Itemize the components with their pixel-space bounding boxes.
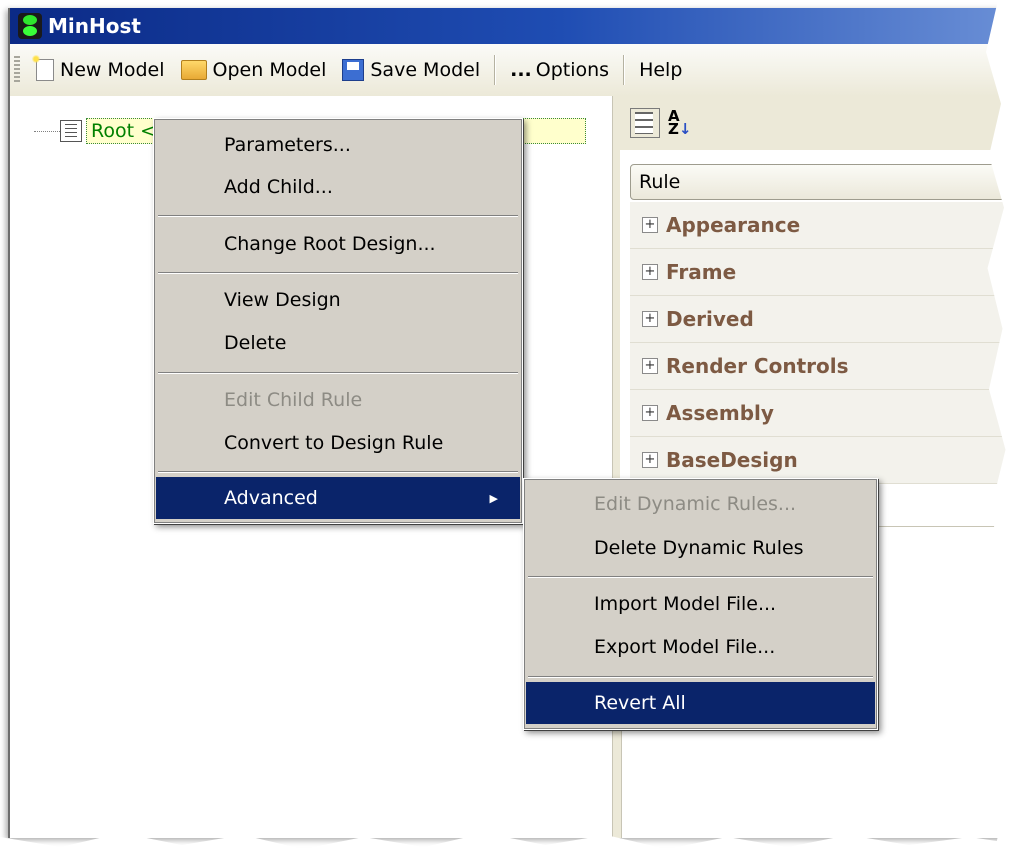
menu-item-import-model-file[interactable]: Import Model File...	[526, 583, 875, 625]
category-appearance[interactable]: + Appearance	[630, 202, 1010, 249]
category-frame[interactable]: + Frame	[630, 249, 1010, 296]
category-label: Frame	[666, 260, 737, 284]
category-label: Appearance	[666, 213, 801, 237]
category-assembly[interactable]: + Assembly	[630, 390, 1010, 437]
save-disk-icon	[342, 59, 365, 81]
expand-icon[interactable]: +	[642, 311, 658, 327]
open-model-button[interactable]: Open Model	[173, 52, 335, 88]
categorized-view-icon[interactable]	[630, 108, 660, 138]
category-basedesign[interactable]: + BaseDesign	[630, 437, 1010, 484]
property-grid-header: Rule	[630, 164, 1010, 200]
window-title: MinHost	[48, 14, 141, 38]
menu-separator	[158, 471, 518, 473]
expand-icon[interactable]: +	[642, 405, 658, 421]
menu-item-add-child[interactable]: Add Child...	[156, 166, 520, 208]
category-label: Derived	[666, 307, 754, 331]
toolbar-separator	[494, 55, 497, 85]
menu-separator	[158, 215, 518, 217]
category-derived[interactable]: + Derived	[630, 296, 1010, 343]
ellipsis-icon: ...	[510, 59, 532, 81]
selected-object-name: Rule	[639, 171, 681, 193]
new-model-label: New Model	[60, 59, 165, 81]
open-folder-icon	[180, 60, 207, 80]
menu-item-view-design[interactable]: View Design	[156, 279, 520, 321]
new-document-icon	[31, 54, 54, 81]
menu-item-export-model-file[interactable]: Export Model File...	[526, 626, 875, 668]
menu-item-parameters[interactable]: Parameters...	[156, 124, 520, 166]
menu-separator	[158, 272, 518, 274]
toolbar-grip[interactable]	[14, 56, 20, 84]
save-model-label: Save Model	[370, 59, 481, 81]
category-label: BaseDesign	[666, 448, 798, 472]
expand-icon[interactable]: +	[642, 358, 658, 374]
menu-item-delete-dynamic-rules[interactable]: Delete Dynamic Rules	[526, 527, 875, 569]
rule-node-icon	[60, 120, 82, 142]
alphabetical-sort-icon[interactable]: A Z↓	[668, 109, 691, 137]
open-model-label: Open Model	[212, 59, 327, 81]
options-label: Options	[535, 59, 610, 81]
menu-item-change-root-design[interactable]: Change Root Design...	[156, 223, 520, 265]
main-toolbar: New Model Open Model Save Model ... Opti…	[10, 44, 1010, 97]
category-render-controls[interactable]: + Render Controls	[630, 343, 1010, 390]
menu-item-delete[interactable]: Delete	[156, 322, 520, 364]
property-grid-toolbar: A Z↓	[620, 96, 1010, 150]
traffic-light-icon	[18, 13, 42, 39]
category-label: Render Controls	[666, 354, 849, 378]
menu-item-convert-to-design-rule[interactable]: Convert to Design Rule	[156, 422, 520, 464]
save-model-button[interactable]: Save Model	[334, 52, 488, 88]
submenu-arrow-icon: ▶	[489, 491, 498, 505]
category-label: Assembly	[666, 401, 774, 425]
category-list: + Appearance + Frame + Derived + Render Cont…	[630, 202, 1010, 484]
expand-icon[interactable]: +	[642, 452, 658, 468]
new-model-button[interactable]: New Model	[28, 52, 173, 88]
help-label: Help	[639, 59, 683, 81]
menu-separator	[158, 372, 518, 374]
tree-context-menu: Parameters... Add Child... Change Root D…	[153, 118, 523, 524]
menu-separator	[528, 576, 873, 578]
menu-separator	[528, 676, 873, 678]
toolbar-separator	[623, 55, 626, 85]
menu-item-advanced[interactable]: Advanced ▶	[156, 477, 520, 519]
menu-item-revert-all[interactable]: Revert All	[526, 682, 875, 724]
expand-icon[interactable]: +	[642, 264, 658, 280]
tree-connector	[34, 130, 60, 132]
menu-item-edit-child-rule: Edit Child Rule	[224, 389, 363, 411]
options-button[interactable]: ... Options	[502, 52, 617, 88]
menu-item-edit-dynamic-rules: Edit Dynamic Rules...	[594, 493, 797, 515]
property-grid: A Z↓ Rule + Appearance + Frame + Derived + Re…	[620, 96, 1010, 527]
expand-icon[interactable]: +	[642, 217, 658, 233]
title-bar[interactable]: MinHost	[10, 8, 1010, 44]
advanced-submenu: Edit Dynamic Rules... Delete Dynamic Rul…	[523, 478, 878, 730]
help-button[interactable]: Help	[631, 52, 690, 88]
